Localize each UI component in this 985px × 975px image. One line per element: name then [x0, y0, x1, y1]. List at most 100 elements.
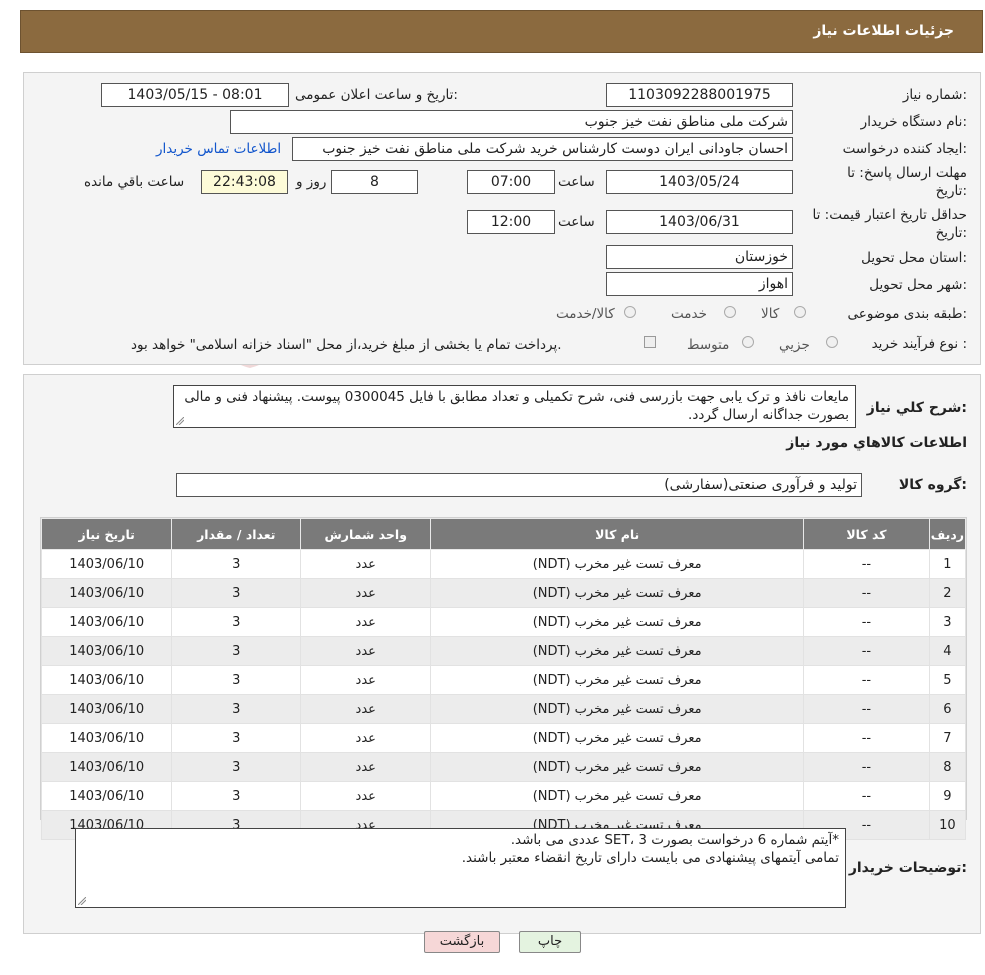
- buyer-notes-textarea[interactable]: *آیتم شماره 6 درخواست بصورت SET، 3 عددی …: [75, 828, 846, 908]
- table-row: 2 -- معرف تست غیر مخرب (NDT) عدد 3 1403/06/10: [40, 578, 967, 608]
- process-option-medium: متوسط: [687, 337, 730, 353]
- cell-goods-code: --: [803, 694, 930, 724]
- need-number-field: 1103092288001975: [606, 83, 793, 107]
- creator-field: احسان جاودانی ایران دوست کارشناس خرید شر…: [292, 137, 793, 161]
- category-label: طبقه بندی موضوعی:: [847, 306, 967, 322]
- notes-resize-grip-icon[interactable]: [78, 897, 86, 905]
- col-unit: واحد شمارش: [300, 518, 432, 550]
- deadline-label: مهلت ارسال پاسخ: تا: [847, 165, 967, 181]
- cell-goods-name: معرف تست غیر مخرب (NDT): [430, 694, 805, 724]
- buyer-field: شرکت ملی مناطق نفت خیز جنوب: [230, 110, 793, 134]
- items-table: رديف کد کالا نام کالا واحد شمارش تعداد /…: [40, 518, 967, 840]
- category-radio-goods[interactable]: [794, 306, 806, 318]
- process-note: پرداخت تمام یا بخشی از مبلغ خرید،از محل …: [131, 337, 562, 353]
- cell-row-number: 4: [928, 636, 967, 666]
- items-table-container: رديف کد کالا نام کالا واحد شمارش تعداد /…: [40, 517, 967, 840]
- cell-row-number: 10: [928, 810, 967, 840]
- cell-need-date: 1403/06/10: [40, 549, 173, 579]
- buyer-label: نام دستگاه خریدار:: [860, 114, 967, 130]
- remaining-days-field: 8: [331, 170, 418, 194]
- cell-quantity: 3: [171, 578, 302, 608]
- cell-goods-code: --: [803, 578, 930, 608]
- cell-quantity: 3: [171, 723, 302, 753]
- page-header: جزئیات اطلاعات نیاز: [20, 10, 983, 53]
- cell-quantity: 3: [171, 781, 302, 811]
- days-label: روز و: [296, 174, 327, 190]
- cell-quantity: 3: [171, 607, 302, 637]
- process-radio-medium[interactable]: [742, 336, 754, 348]
- cell-quantity: 3: [171, 665, 302, 695]
- process-option-minor: جزيي: [779, 337, 810, 353]
- table-row: 3 -- معرف تست غیر مخرب (NDT) عدد 3 1403/06/10: [40, 607, 967, 637]
- col-quantity: تعداد / مقدار: [171, 518, 302, 550]
- category-radio-service[interactable]: [724, 306, 736, 318]
- announce-datetime-field: 1403/05/15 - 08:01: [101, 83, 289, 107]
- cell-goods-name: معرف تست غیر مخرب (NDT): [430, 723, 805, 753]
- cell-goods-name: معرف تست غیر مخرب (NDT): [430, 578, 805, 608]
- summary-textarea[interactable]: مایعات نافذ و ترک یابی جهت بازرسی فنی، ش…: [173, 385, 856, 428]
- cell-row-number: 9: [928, 781, 967, 811]
- col-row-number: رديف: [928, 518, 967, 550]
- cell-goods-name: معرف تست غیر مخرب (NDT): [430, 607, 805, 637]
- table-row: 1 -- معرف تست غیر مخرب (NDT) عدد 3 1403/06/10: [40, 549, 967, 579]
- cell-goods-code: --: [803, 549, 930, 579]
- validity-label: حداقل تاریخ اعتبار قیمت: تا: [812, 207, 967, 223]
- table-row: 9 -- معرف تست غیر مخرب (NDT) عدد 3 1403/06/10: [40, 781, 967, 811]
- cell-unit: عدد: [300, 694, 432, 724]
- validity-date-field: 1403/06/31: [606, 210, 793, 234]
- need-number-label: شماره نیاز:: [902, 87, 967, 103]
- cell-need-date: 1403/06/10: [40, 723, 173, 753]
- process-label: نوع فرآیند خرید :: [871, 336, 967, 352]
- table-header-row: رديف کد کالا نام کالا واحد شمارش تعداد /…: [40, 518, 967, 550]
- remaining-time-field: 22:43:08: [201, 170, 288, 194]
- category-option-service: خدمت: [671, 306, 707, 322]
- category-radio-goods-service[interactable]: [624, 306, 636, 318]
- buyer-notes-label: توضیحات خریدار:: [848, 860, 967, 876]
- col-goods-code: کد کالا: [803, 518, 930, 550]
- resize-grip-icon[interactable]: [176, 417, 184, 425]
- cell-unit: عدد: [300, 665, 432, 695]
- cell-unit: عدد: [300, 752, 432, 782]
- cell-row-number: 7: [928, 723, 967, 753]
- cell-quantity: 3: [171, 549, 302, 579]
- validity-time-field: 12:00: [467, 210, 555, 234]
- deadline-label-date: تاریخ:: [935, 183, 967, 199]
- cell-goods-name: معرف تست غیر مخرب (NDT): [430, 665, 805, 695]
- cell-goods-name: معرف تست غیر مخرب (NDT): [430, 752, 805, 782]
- cell-need-date: 1403/06/10: [40, 694, 173, 724]
- creator-label: ایجاد کننده درخواست:: [842, 141, 967, 157]
- cell-unit: عدد: [300, 723, 432, 753]
- table-row: 6 -- معرف تست غیر مخرب (NDT) عدد 3 1403/06/10: [40, 694, 967, 724]
- cell-row-number: 8: [928, 752, 967, 782]
- announce-label: تاریخ و ساعت اعلان عمومی:: [295, 87, 458, 103]
- cell-row-number: 1: [928, 549, 967, 579]
- cell-need-date: 1403/06/10: [40, 752, 173, 782]
- table-row: 7 -- معرف تست غیر مخرب (NDT) عدد 3 1403/06/10: [40, 723, 967, 753]
- deadline-date-field: 1403/05/24: [606, 170, 793, 194]
- treasury-checkbox[interactable]: [644, 336, 656, 348]
- cell-goods-code: --: [803, 781, 930, 811]
- table-row: 5 -- معرف تست غیر مخرب (NDT) عدد 3 1403/06/10: [40, 665, 967, 695]
- buyer-notes-line-2: تمامی آیتمهای پیشنهادی می بایست دارای تا…: [461, 850, 839, 866]
- goods-group-label: گروه کالا:: [898, 477, 967, 493]
- cell-row-number: 2: [928, 578, 967, 608]
- cell-unit: عدد: [300, 607, 432, 637]
- city-field: اهواز: [606, 272, 793, 296]
- print-button[interactable]: چاپ: [519, 931, 581, 953]
- cell-goods-code: --: [803, 607, 930, 637]
- buyer-notes-line-1: *آیتم شماره 6 درخواست بصورت SET، 3 عددی …: [510, 832, 839, 848]
- cell-unit: عدد: [300, 636, 432, 666]
- buyer-contact-link[interactable]: اطلاعات تماس خریدار: [156, 141, 281, 157]
- back-button[interactable]: بازگشت: [424, 931, 500, 953]
- goods-group-field: تولید و فرآوری صنعتی(سفارشی): [176, 473, 862, 497]
- cell-goods-code: --: [803, 723, 930, 753]
- cell-unit: عدد: [300, 578, 432, 608]
- table-row: 4 -- معرف تست غیر مخرب (NDT) عدد 3 1403/06/10: [40, 636, 967, 666]
- category-option-goods-service: کالا/خدمت: [556, 306, 615, 322]
- process-radio-minor[interactable]: [826, 336, 838, 348]
- cell-goods-code: --: [803, 752, 930, 782]
- province-field: خوزستان: [606, 245, 793, 269]
- summary-label: شرح کلي نياز:: [866, 400, 967, 416]
- cell-goods-code: --: [803, 636, 930, 666]
- deadline-time-label: ساعت: [558, 174, 595, 190]
